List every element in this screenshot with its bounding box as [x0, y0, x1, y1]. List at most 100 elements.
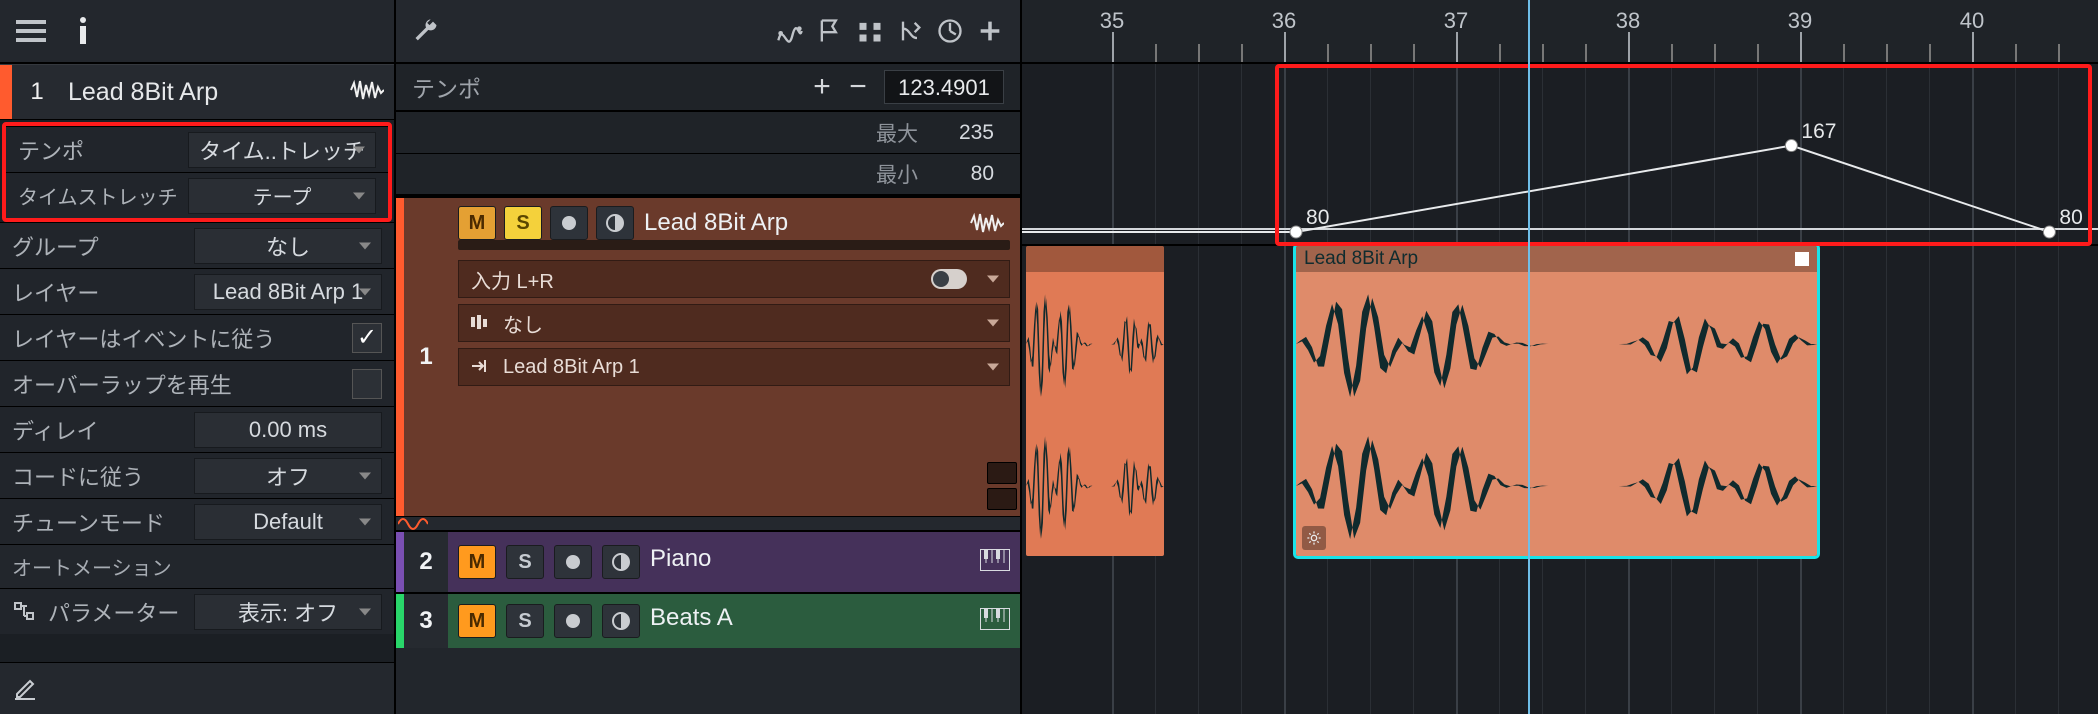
tempo-mode-value[interactable]: タイム..トレッチ: [188, 132, 376, 168]
row-tempo-mode[interactable]: テンポ タイム..トレッチ: [6, 126, 388, 172]
output-icon: [471, 356, 493, 379]
layer-value[interactable]: Lead 8Bit Arp 1: [194, 274, 382, 310]
tracklist-toolbar: [396, 0, 1020, 64]
info-icon[interactable]: [66, 16, 100, 46]
bus-value: なし: [503, 309, 543, 338]
tempo-max-value[interactable]: 235: [944, 121, 994, 145]
row-group[interactable]: グループ なし: [0, 222, 394, 268]
parameter-jump-icon[interactable]: [12, 599, 38, 625]
clip-waveform: [1296, 272, 1817, 556]
automation-curve-icon[interactable]: [770, 11, 810, 51]
solo-button[interactable]: S: [506, 545, 544, 579]
ruler-bar-label: 40: [1952, 8, 1992, 34]
track-row-2[interactable]: 2 M S Piano: [396, 530, 1020, 592]
audio-clip[interactable]: [1026, 246, 1164, 556]
row-parameter[interactable]: パラメーター 表示: オフ: [0, 588, 394, 634]
delay-value[interactable]: 0.00 ms: [194, 412, 382, 448]
arranger-icon[interactable]: [850, 11, 890, 51]
clip-lane[interactable]: Lead 8Bit Arp: [1022, 246, 2098, 714]
tempo-min-row: 最小 80: [396, 154, 1020, 196]
inspector-track-header[interactable]: 1 Lead 8Bit Arp: [0, 64, 394, 120]
group-value[interactable]: なし: [194, 228, 382, 264]
parameter-value[interactable]: 表示: オフ: [194, 594, 382, 630]
tempo-plus-button[interactable]: +: [804, 70, 840, 104]
ruler-bar-label: 38: [1608, 8, 1648, 34]
ruler-bar-label: 37: [1436, 8, 1476, 34]
arrangement-area[interactable]: 353637383940 8016780 Lead 8Bit Arp: [1022, 0, 2098, 714]
mute-button[interactable]: M: [458, 206, 496, 240]
monitor-button[interactable]: [602, 545, 640, 579]
tempo-curve[interactable]: [1022, 64, 2098, 244]
monitor-button[interactable]: [602, 604, 640, 638]
track-color-stripe: [396, 532, 404, 592]
audio-clip[interactable]: Lead 8Bit Arp: [1296, 246, 1817, 556]
row-timestretch[interactable]: タイムストレッチ テープ: [6, 172, 388, 218]
tempo-icon[interactable]: [930, 11, 970, 51]
mute-button[interactable]: M: [458, 545, 496, 579]
inspector-topbar: [0, 0, 394, 64]
track-name[interactable]: Lead 8Bit Arp: [62, 78, 350, 107]
track-row-1[interactable]: 1 M S Lead 8Bit Arp 入力 L+R: [396, 196, 1020, 516]
record-enable-button[interactable]: [550, 206, 588, 240]
highlighted-properties: テンポ タイム..トレッチ タイムストレッチ テープ: [2, 122, 392, 222]
edit-corner[interactable]: [0, 662, 394, 714]
automation-mini-lane[interactable]: [396, 516, 1020, 530]
clip-header[interactable]: [1026, 246, 1164, 272]
wrench-icon[interactable]: [406, 11, 446, 51]
mini-slot[interactable]: [987, 488, 1017, 510]
row-chord[interactable]: コードに従う オフ: [0, 452, 394, 498]
clip-header[interactable]: Lead 8Bit Arp: [1296, 246, 1817, 272]
mute-button[interactable]: M: [458, 604, 496, 638]
timestretch-value[interactable]: テープ: [188, 178, 376, 214]
track-list-panel: テンポ + − 123.4901 最大 235 最小 80 1 M S Lead…: [396, 0, 1022, 714]
row-overlap[interactable]: オーバーラップを再生 ✓: [0, 360, 394, 406]
marker-flag-icon[interactable]: [810, 11, 850, 51]
chord-value[interactable]: オフ: [194, 458, 382, 494]
row-layer[interactable]: レイヤー Lead 8Bit Arp 1: [0, 268, 394, 314]
track-name[interactable]: Lead 8Bit Arp: [644, 209, 960, 237]
signature-icon[interactable]: [890, 11, 930, 51]
tempo-min-value[interactable]: 80: [944, 162, 994, 186]
solo-button[interactable]: S: [506, 604, 544, 638]
monitor-button[interactable]: [596, 206, 634, 240]
bus-dropdown[interactable]: なし: [458, 304, 1010, 342]
tempo-value-field[interactable]: 123.4901: [884, 70, 1004, 104]
timeline-ruler[interactable]: 353637383940: [1022, 0, 2098, 64]
row-layer-follow[interactable]: レイヤーはイベントに従う ✓: [0, 314, 394, 360]
ruler-bar-label: 36: [1264, 8, 1304, 34]
track-color-stripe: [396, 594, 404, 648]
tempo-lane[interactable]: 8016780: [1022, 64, 2098, 246]
track-number: 3: [404, 594, 448, 648]
inspector-panel: 1 Lead 8Bit Arp テンポ タイム..トレッチ タイムストレッチ テ…: [0, 0, 396, 714]
track-number: 2: [404, 532, 448, 592]
input-value: 入力 L+R: [471, 265, 554, 294]
edit-icon: [12, 676, 38, 702]
row-delay[interactable]: ディレイ 0.00 ms: [0, 406, 394, 452]
track-name[interactable]: Beats A: [650, 604, 970, 632]
output-dropdown[interactable]: Lead 8Bit Arp 1: [458, 348, 1010, 386]
automation-section-header[interactable]: オートメーション: [0, 544, 394, 588]
add-track-icon[interactable]: [970, 11, 1010, 51]
layer-follow-checkbox[interactable]: ✓: [352, 323, 382, 353]
timestretch-label: タイムストレッチ: [18, 181, 188, 210]
waveform-icon: [350, 79, 394, 106]
row-tune[interactable]: チューンモード Default: [0, 498, 394, 544]
tempo-minus-button[interactable]: −: [840, 70, 876, 104]
tempo-title: テンポ: [412, 70, 804, 104]
record-enable-button[interactable]: [554, 604, 592, 638]
overlap-checkbox[interactable]: ✓: [352, 369, 382, 399]
track-name[interactable]: Piano: [650, 545, 970, 573]
record-enable-button[interactable]: [554, 545, 592, 579]
track-row-3[interactable]: 3 M S Beats A: [396, 592, 1020, 648]
output-value: Lead 8Bit Arp 1: [503, 356, 640, 379]
mini-slot[interactable]: [987, 462, 1017, 484]
midi-keyboard-icon: [980, 549, 1010, 576]
tune-value[interactable]: Default: [194, 504, 382, 540]
solo-button[interactable]: S: [504, 206, 542, 240]
input-toggle[interactable]: [931, 269, 967, 289]
input-dropdown[interactable]: 入力 L+R: [458, 260, 1010, 298]
menu-icon[interactable]: [14, 16, 48, 46]
volume-meter[interactable]: [458, 240, 1010, 250]
clip-name: Lead 8Bit Arp: [1304, 248, 1418, 270]
clip-gear-icon[interactable]: [1302, 526, 1326, 550]
